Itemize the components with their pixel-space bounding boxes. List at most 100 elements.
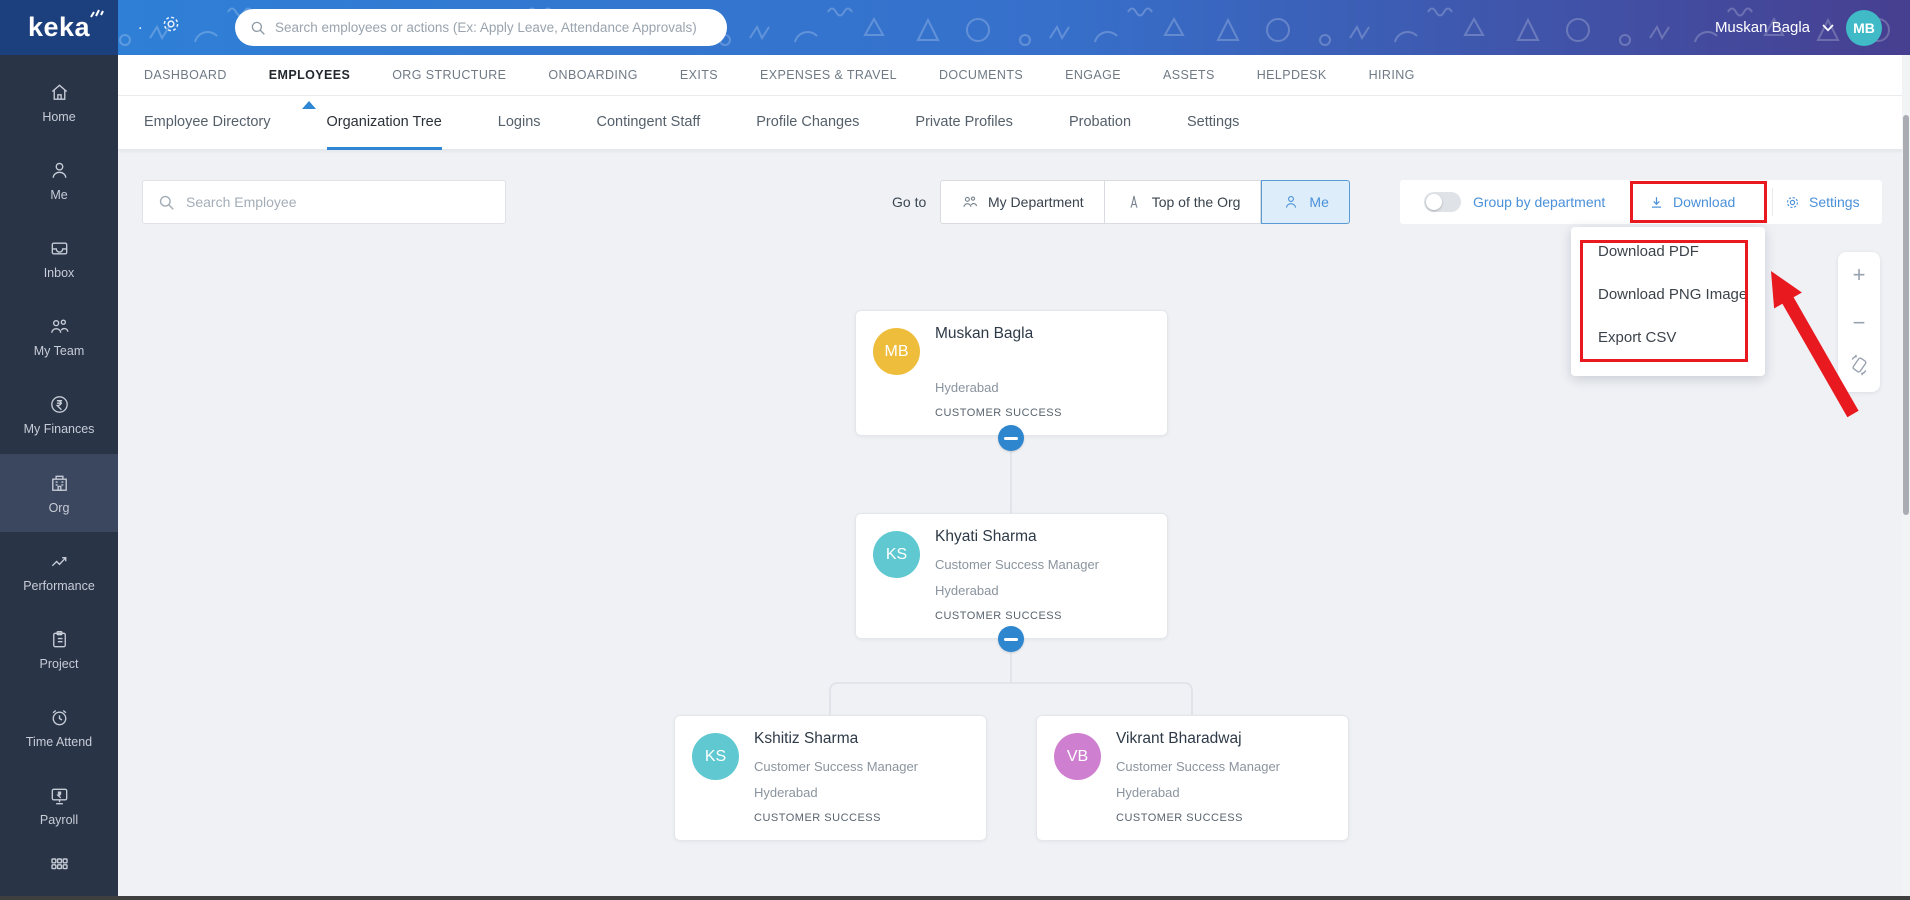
alarm-clock-icon xyxy=(52,710,66,726)
scrollbar-thumb[interactable] xyxy=(1903,115,1909,515)
me-button[interactable]: Me xyxy=(1261,180,1350,224)
sidebar-item-inbox[interactable]: Inbox xyxy=(0,219,118,297)
subnav-tab-employee-directory[interactable]: Employee Directory xyxy=(144,96,271,150)
zoom-out-button[interactable]: − xyxy=(1838,312,1880,334)
search-icon xyxy=(159,195,174,210)
menu-item-export-csv[interactable]: Export CSV xyxy=(1598,325,1676,351)
subnav-tab-contingent-staff[interactable]: Contingent Staff xyxy=(597,96,701,150)
employee-department: CUSTOMER SUCCESS xyxy=(935,610,1062,622)
person-icon xyxy=(1286,196,1297,208)
employee-location: Hyderabad xyxy=(754,785,818,800)
divider xyxy=(1772,188,1773,216)
employee-department: CUSTOMER SUCCESS xyxy=(935,407,1062,419)
active-tab-caret-icon xyxy=(302,101,317,109)
nav-tab-expenses-travel[interactable]: EXPENSES & TRAVEL xyxy=(760,68,897,82)
search-icon xyxy=(251,21,265,35)
menu-item-download-pdf[interactable]: Download PDF xyxy=(1598,239,1699,265)
collapse-button[interactable] xyxy=(998,626,1024,652)
group-by-department-label[interactable]: Group by department xyxy=(1473,194,1605,210)
user-name: Muskan Bagla xyxy=(1714,19,1810,36)
apps-grid-icon[interactable] xyxy=(0,851,118,896)
employee-title: Customer Success Manager xyxy=(935,557,1100,572)
employees-sub-nav: Employee Directory Organization Tree Log… xyxy=(118,96,1910,150)
nav-tab-assets[interactable]: ASSETS xyxy=(1163,68,1215,82)
chevron-down-icon xyxy=(1822,23,1834,31)
employee-department: CUSTOMER SUCCESS xyxy=(1116,812,1243,824)
home-icon xyxy=(51,84,67,100)
avatar: KS xyxy=(692,733,739,780)
sidebar-item-payroll[interactable]: Payroll xyxy=(0,767,118,845)
global-search-input[interactable] xyxy=(275,20,713,35)
nav-tab-hiring[interactable]: HIRING xyxy=(1369,68,1415,82)
user-avatar[interactable]: MB xyxy=(1846,9,1882,46)
nav-tab-dashboard[interactable]: DASHBOARD xyxy=(144,68,227,82)
subnav-tab-private-profiles[interactable]: Private Profiles xyxy=(915,96,1013,150)
download-icon xyxy=(1651,196,1662,208)
org-card-khyati-sharma[interactable]: KS Khyati Sharma Customer Success Manage… xyxy=(855,513,1168,639)
nav-tab-employees[interactable]: EMPLOYEES xyxy=(269,68,350,109)
top-bar: keka . Muskan Bagla xyxy=(0,0,1910,55)
clipboard-icon xyxy=(52,630,66,648)
sidebar-item-project[interactable]: Project xyxy=(0,610,118,688)
monitor-rupee-icon xyxy=(51,789,67,805)
keka-org-tree-page: keka . Muskan Bagla xyxy=(0,0,1910,900)
employee-location: Hyderabad xyxy=(1116,785,1180,800)
subnav-tab-logins[interactable]: Logins xyxy=(498,96,541,150)
subnav-tab-organization-tree[interactable]: Organization Tree xyxy=(326,96,442,150)
admin-gear-icon[interactable] xyxy=(160,13,182,40)
vertical-scrollbar xyxy=(1902,55,1910,896)
group-by-department-toggle[interactable] xyxy=(1424,192,1461,212)
avatar: MB xyxy=(873,328,920,375)
rotate-device-icon[interactable] xyxy=(1848,352,1870,383)
subnav-tab-probation[interactable]: Probation xyxy=(1069,96,1131,150)
org-card-kshitiz-sharma[interactable]: KS Kshitiz Sharma Customer Success Manag… xyxy=(674,715,987,841)
subnav-tab-settings[interactable]: Settings xyxy=(1187,96,1239,150)
avatar: KS xyxy=(873,531,920,578)
download-dropdown-menu: Download PDF Download PNG Image Export C… xyxy=(1571,227,1765,376)
user-menu[interactable]: Muskan Bagla MB xyxy=(1715,0,1882,55)
nav-tab-org-structure[interactable]: ORG STRUCTURE xyxy=(392,68,506,82)
main-nav: DASHBOARD EMPLOYEES ORG STRUCTURE ONBOAR… xyxy=(118,55,1910,109)
org-card-vikrant-bharadwaj[interactable]: VB Vikrant Bharadwaj Customer Success Ma… xyxy=(1036,715,1349,841)
chart-actions-panel: Group by department Download Settings xyxy=(1400,180,1882,224)
nav-tab-onboarding[interactable]: ONBOARDING xyxy=(548,68,637,82)
nav-tab-documents[interactable]: DOCUMENTS xyxy=(939,68,1023,82)
menu-item-download-png[interactable]: Download PNG Image xyxy=(1598,282,1747,308)
collapse-button[interactable] xyxy=(998,425,1024,451)
employee-department: CUSTOMER SUCCESS xyxy=(754,812,881,824)
nav-tab-helpdesk[interactable]: HELPDESK xyxy=(1257,68,1327,82)
nav-tab-exits[interactable]: EXITS xyxy=(680,68,718,82)
download-button[interactable]: Download xyxy=(1648,180,1735,224)
goto-button-group: My Department Top of the Org Me xyxy=(940,180,1350,224)
employee-name: Vikrant Bharadwaj xyxy=(1116,730,1242,747)
sidebar-item-me[interactable]: Me xyxy=(0,141,118,219)
org-card-muskan-bagla[interactable]: MB Muskan Bagla Hyderabad CUSTOMER SUCCE… xyxy=(855,310,1168,436)
top-of-the-org-button[interactable]: Top of the Org xyxy=(1104,180,1262,224)
window-bottom-edge xyxy=(0,896,1910,900)
sidebar-item-my-team[interactable]: My Team xyxy=(0,298,118,376)
employee-search-input[interactable] xyxy=(186,194,491,210)
nav-tab-engage[interactable]: ENGAGE xyxy=(1065,68,1121,82)
employee-name: Muskan Bagla xyxy=(935,325,1034,342)
subnav-tab-profile-changes[interactable]: Profile Changes xyxy=(756,96,859,150)
sidebar-item-performance[interactable]: Performance xyxy=(0,532,118,610)
minus-icon xyxy=(1004,637,1018,641)
person-icon xyxy=(52,162,66,178)
sidebar-item-my-finances[interactable]: My Finances xyxy=(0,376,118,454)
sidebar-item-org[interactable]: Org xyxy=(0,454,118,533)
my-department-button[interactable]: My Department xyxy=(940,180,1105,224)
people-group-icon xyxy=(963,196,978,207)
settings-button[interactable]: Settings xyxy=(1784,180,1860,224)
gear-icon xyxy=(1786,196,1799,208)
keka-logo[interactable]: keka xyxy=(0,0,118,55)
sidebar-item-home[interactable]: Home xyxy=(0,63,118,141)
zoom-in-button[interactable]: + xyxy=(1838,264,1880,286)
employee-location: Hyderabad xyxy=(935,380,999,395)
employee-title: Customer Success Manager xyxy=(754,759,919,774)
employee-name: Kshitiz Sharma xyxy=(754,730,859,747)
org-spire-icon xyxy=(1130,195,1138,208)
sidebar-item-time-attend[interactable]: Time Attend xyxy=(0,689,118,767)
building-icon xyxy=(51,475,67,491)
employee-title: Customer Success Manager xyxy=(1116,759,1281,774)
goto-label: Go to xyxy=(892,194,927,210)
